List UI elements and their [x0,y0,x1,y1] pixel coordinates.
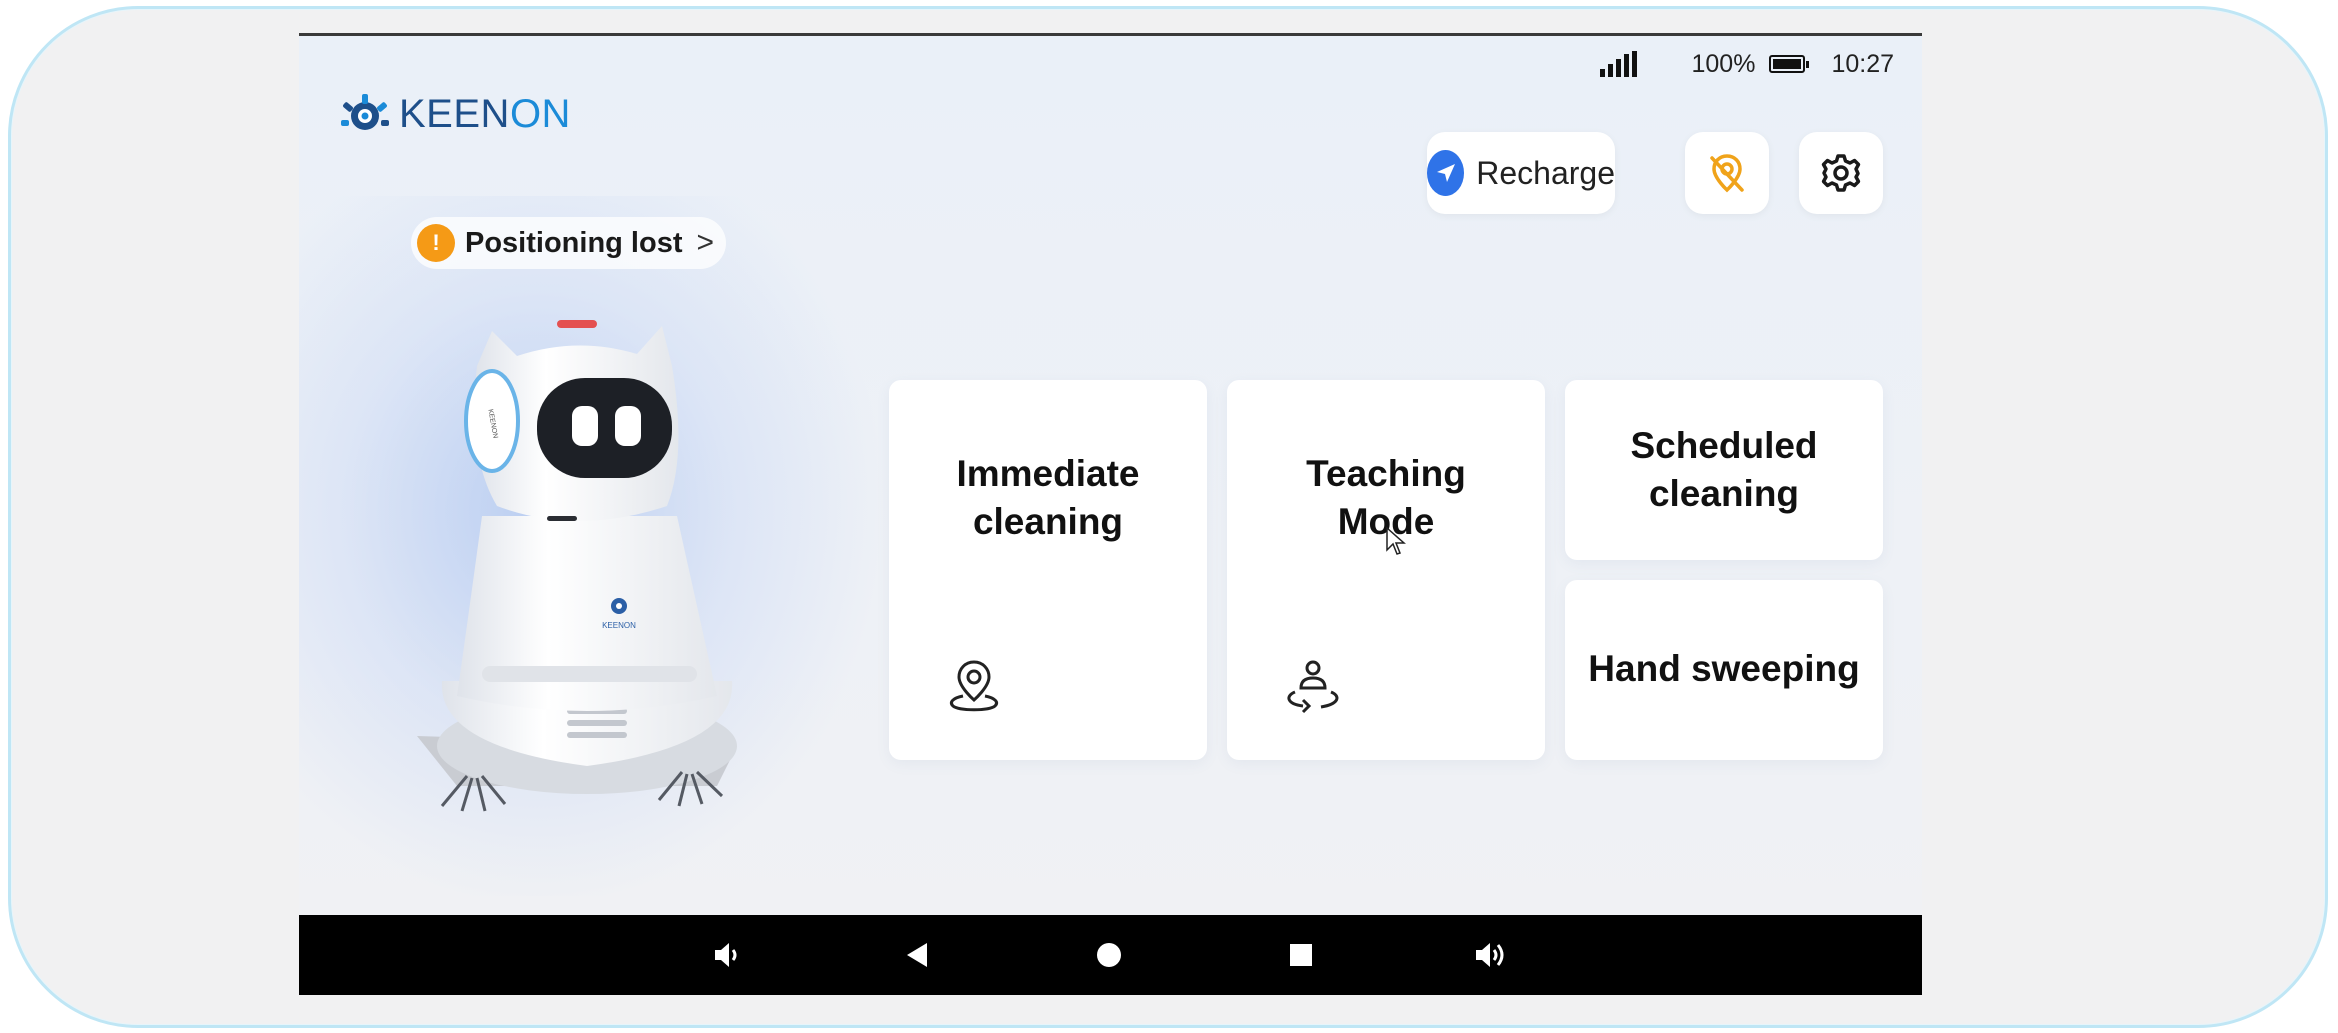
mouse-cursor-icon [1386,526,1406,555]
scheduled-cleaning-card[interactable]: Scheduled cleaning [1565,380,1883,560]
volume-up-icon [1476,943,1504,967]
robot-front-label: KEENON [602,621,636,630]
logo-suffix: ON [509,91,571,136]
positioning-lost-label: Positioning lost [465,226,683,259]
keenon-logo-mark-icon [341,94,389,130]
warning-mark: ! [432,230,440,255]
keenon-logo: KEENON [341,88,571,140]
location-pin-icon [950,660,998,712]
positioning-lost-status[interactable]: ! Positioning lost > [411,217,727,269]
location-off-icon [1710,154,1744,193]
back-button[interactable] [887,915,947,995]
immediate-cleaning-title: Immediate cleaning [889,450,1207,546]
recharge-label: Recharge [1476,154,1615,191]
chevron-right-icon: > [696,226,715,259]
battery-percent: 100% [1691,49,1756,78]
teaching-mode-line1: Teaching [1306,453,1466,494]
battery-icon [1769,55,1810,73]
hand-sweeping-title: Hand sweeping [1588,648,1860,689]
clock: 10:27 [1831,49,1894,78]
system-navigation-bar [299,915,1922,995]
recharge-button[interactable]: Recharge [1427,132,1615,214]
recents-icon [1290,944,1312,966]
status-bar: 100% 10:27 [1600,44,1894,84]
robot-illustration: KEENON KEENON [417,320,737,812]
settings-button[interactable] [1799,132,1883,214]
volume-down-icon [715,943,737,967]
scheduled-cleaning-title: Scheduled cleaning [1565,422,1883,518]
teaching-mode-card[interactable]: Teaching Mode [1227,380,1545,760]
immediate-cleaning-line1: Immediate [956,453,1140,494]
warning-icon: ! [417,224,455,262]
volume-up-button[interactable] [1461,915,1521,995]
navigation-arrow-icon [1427,150,1465,196]
robot-home-screen: 100% 10:27 KEENON Recharge ! Positioning… [299,33,1922,995]
volume-down-button[interactable] [698,915,758,995]
home-icon [1097,943,1121,967]
logo-text: KEENON [399,92,571,137]
scheduled-cleaning-line2: cleaning [1648,473,1800,514]
hand-sweeping-card[interactable]: Hand sweeping [1565,580,1883,760]
person-path-icon [1287,660,1339,714]
location-off-button[interactable] [1685,132,1769,214]
scheduled-cleaning-line1: Scheduled [1630,425,1818,466]
gear-icon [1821,154,1861,192]
immediate-cleaning-card[interactable]: Immediate cleaning [889,380,1207,760]
home-button[interactable] [1079,915,1139,995]
back-icon [907,943,927,967]
immediate-cleaning-line2: cleaning [972,501,1124,542]
signal-icon [1600,51,1638,77]
logo-prefix: KEEN [399,91,510,136]
recents-button[interactable] [1271,915,1331,995]
